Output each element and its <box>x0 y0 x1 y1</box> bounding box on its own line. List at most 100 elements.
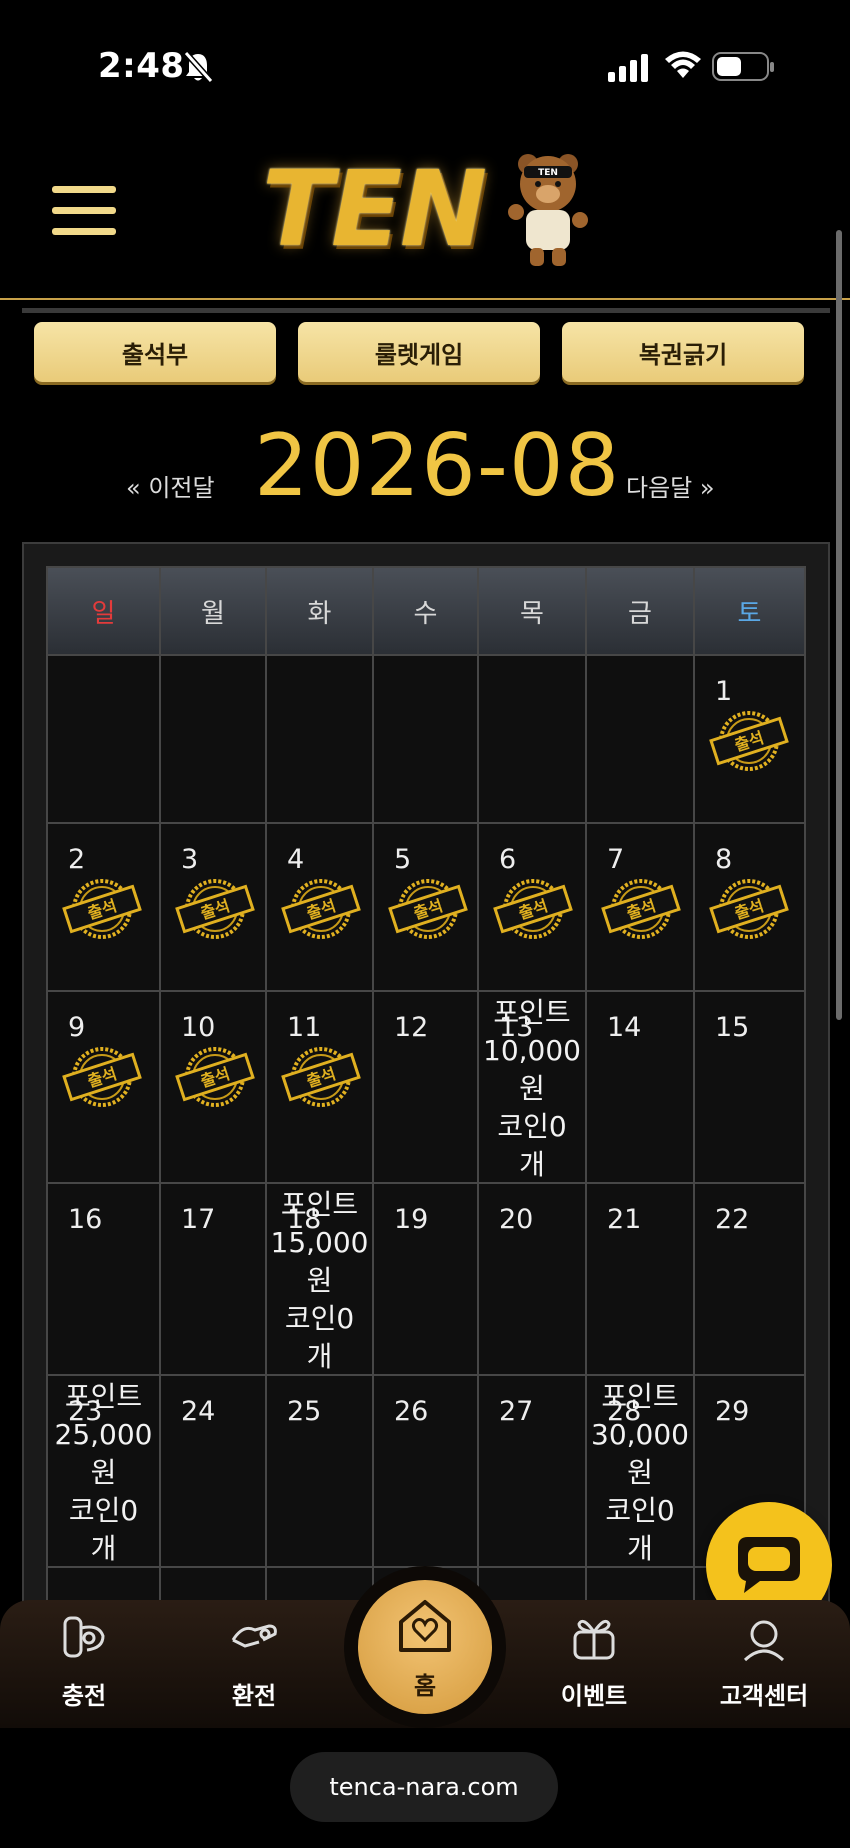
day-number: 27 <box>499 1396 534 1427</box>
battery-icon <box>712 52 774 81</box>
signal-icon <box>608 54 648 82</box>
day-number: 15 <box>715 1012 750 1043</box>
wifi-icon <box>665 51 701 78</box>
browser-url-area: tenca-nara.com <box>0 1728 850 1848</box>
calendar-day[interactable]: 25 <box>265 1374 374 1568</box>
calendar-day[interactable]: 2 출석 <box>46 822 161 992</box>
attendance-stamp-icon: 출석 <box>281 879 361 939</box>
calendar-empty-cell <box>46 654 161 824</box>
month-title: 2026-08 <box>254 416 621 516</box>
nav-support[interactable]: 고객센터 <box>694 1606 834 1716</box>
calendar-day[interactable]: 23 포인트 25,000 원 코인0 개 <box>46 1374 161 1568</box>
nav-support-label: 고객센터 <box>719 1682 809 1710</box>
day-number: 3 <box>181 844 199 875</box>
exchange-icon <box>231 1624 277 1648</box>
day-number: 20 <box>499 1204 534 1235</box>
week-row: 16 17 18 포인트 15,000 원 코인0 개 19 20 21 22 <box>46 1182 808 1376</box>
sub-divider <box>22 308 830 313</box>
weekday-2: 화 <box>265 566 374 656</box>
prev-month-link[interactable]: « 이전달 <box>126 468 215 503</box>
calendar-day[interactable]: 7 출석 <box>585 822 695 992</box>
calendar-day[interactable]: 4 출석 <box>265 822 374 992</box>
ten-logo[interactable]: TEN TEN <box>262 144 592 274</box>
reward-text: 포인트 15,000 원 코인0 개 <box>270 1188 369 1373</box>
attendance-calendar: 일 월 화 수 목 금 토 1 출석 2 출석 3 출석 4 출석 5 출석 6 출석 7 출석 8 출석 9 출석 10 출석 11… <box>22 542 830 1702</box>
calendar-empty-cell <box>585 654 695 824</box>
calendar-day[interactable]: 17 <box>159 1182 267 1376</box>
calendar-day[interactable]: 5 출석 <box>372 822 479 992</box>
calendar-day[interactable]: 21 <box>585 1182 695 1376</box>
roulette-button[interactable]: 룰렛게임 <box>298 322 540 382</box>
calendar-empty-cell <box>265 654 374 824</box>
attendance-stamp-icon: 출석 <box>709 879 789 939</box>
day-number: 8 <box>715 844 733 875</box>
week-row: 1 출석 <box>46 654 808 824</box>
weekday-6: 토 <box>693 566 806 656</box>
logo-text: TEN <box>262 148 487 270</box>
attendance-stamp-icon: 출석 <box>62 879 142 939</box>
nav-charge-label: 충전 <box>61 1682 107 1710</box>
day-number: 4 <box>287 844 305 875</box>
attendance-stamp-icon: 출석 <box>175 1047 255 1107</box>
calendar-day[interactable]: 1 출석 <box>693 654 806 824</box>
attendance-button[interactable]: 출석부 <box>34 322 276 382</box>
calendar-day[interactable]: 9 출석 <box>46 990 161 1184</box>
bear-mascot-icon: TEN <box>508 154 588 266</box>
calendar-day[interactable]: 27 <box>477 1374 587 1568</box>
weekday-0: 일 <box>46 566 161 656</box>
weekday-header-row: 일월화수목금토 <box>46 566 808 656</box>
day-number: 25 <box>287 1396 322 1427</box>
nav-home[interactable]: 홈 <box>358 1580 492 1714</box>
day-number: 6 <box>499 844 517 875</box>
attendance-stamp-icon: 출석 <box>281 1047 361 1107</box>
calendar-empty-cell <box>477 654 587 824</box>
calendar-day[interactable]: 28 포인트 30,000 원 코인0 개 <box>585 1374 695 1568</box>
calendar-day[interactable]: 10 출석 <box>159 990 267 1184</box>
scrollbar[interactable] <box>836 230 842 1020</box>
nav-charge[interactable]: 충전 <box>14 1606 154 1716</box>
home-icon <box>399 1600 451 1652</box>
calendar-day[interactable]: 22 <box>693 1182 806 1376</box>
day-number: 7 <box>607 844 625 875</box>
calendar-day[interactable]: 19 <box>372 1182 479 1376</box>
scratch-lottery-button[interactable]: 복권긁기 <box>562 322 804 382</box>
calendar-day[interactable]: 24 <box>159 1374 267 1568</box>
url-bar[interactable]: tenca-nara.com <box>290 1752 558 1822</box>
calendar-day[interactable]: 8 출석 <box>693 822 806 992</box>
calendar-day[interactable]: 12 <box>372 990 479 1184</box>
weekday-4: 목 <box>477 566 587 656</box>
header-divider <box>0 298 850 300</box>
nav-exchange[interactable]: 환전 <box>184 1606 324 1716</box>
feature-tabs: 출석부 룰렛게임 복권긁기 <box>34 322 804 382</box>
calendar-day[interactable]: 15 <box>693 990 806 1184</box>
gift-icon <box>573 1619 615 1660</box>
calendar-day[interactable]: 14 <box>585 990 695 1184</box>
calendar-day[interactable]: 3 출석 <box>159 822 267 992</box>
weekday-3: 수 <box>372 566 479 656</box>
bell-off-icon <box>183 51 214 83</box>
reward-text: 포인트 25,000 원 코인0 개 <box>54 1380 153 1565</box>
attendance-stamp-icon: 출석 <box>388 879 468 939</box>
next-month-link[interactable]: 다음달 » <box>626 468 715 503</box>
nav-exchange-label: 환전 <box>231 1682 277 1710</box>
chat-icon <box>738 1537 800 1593</box>
calendar-day[interactable]: 11 출석 <box>265 990 374 1184</box>
headset-icon <box>743 1620 785 1662</box>
calendar-day[interactable]: 6 출석 <box>477 822 587 992</box>
day-number: 19 <box>394 1204 429 1235</box>
bear-badge: TEN <box>538 168 558 178</box>
hamburger-menu-icon[interactable] <box>52 186 116 242</box>
calendar-day[interactable]: 16 <box>46 1182 161 1376</box>
nav-event[interactable]: 이벤트 <box>524 1606 664 1716</box>
calendar-day[interactable]: 26 <box>372 1374 479 1568</box>
attendance-stamp-icon: 출석 <box>601 879 681 939</box>
day-number: 21 <box>607 1204 642 1235</box>
calendar-day[interactable]: 20 <box>477 1182 587 1376</box>
charge-icon <box>63 1616 105 1658</box>
calendar-day[interactable]: 18 포인트 15,000 원 코인0 개 <box>265 1182 374 1376</box>
attendance-stamp-icon: 출석 <box>709 711 789 771</box>
nav-event-label: 이벤트 <box>560 1682 628 1710</box>
week-row: 23 포인트 25,000 원 코인0 개 24 25 26 27 28 포인트 30,000 원 코인0 개… <box>46 1374 808 1568</box>
day-number: 22 <box>715 1204 750 1235</box>
calendar-day[interactable]: 13 포인트 10,000 원 코인0 개 <box>477 990 587 1184</box>
